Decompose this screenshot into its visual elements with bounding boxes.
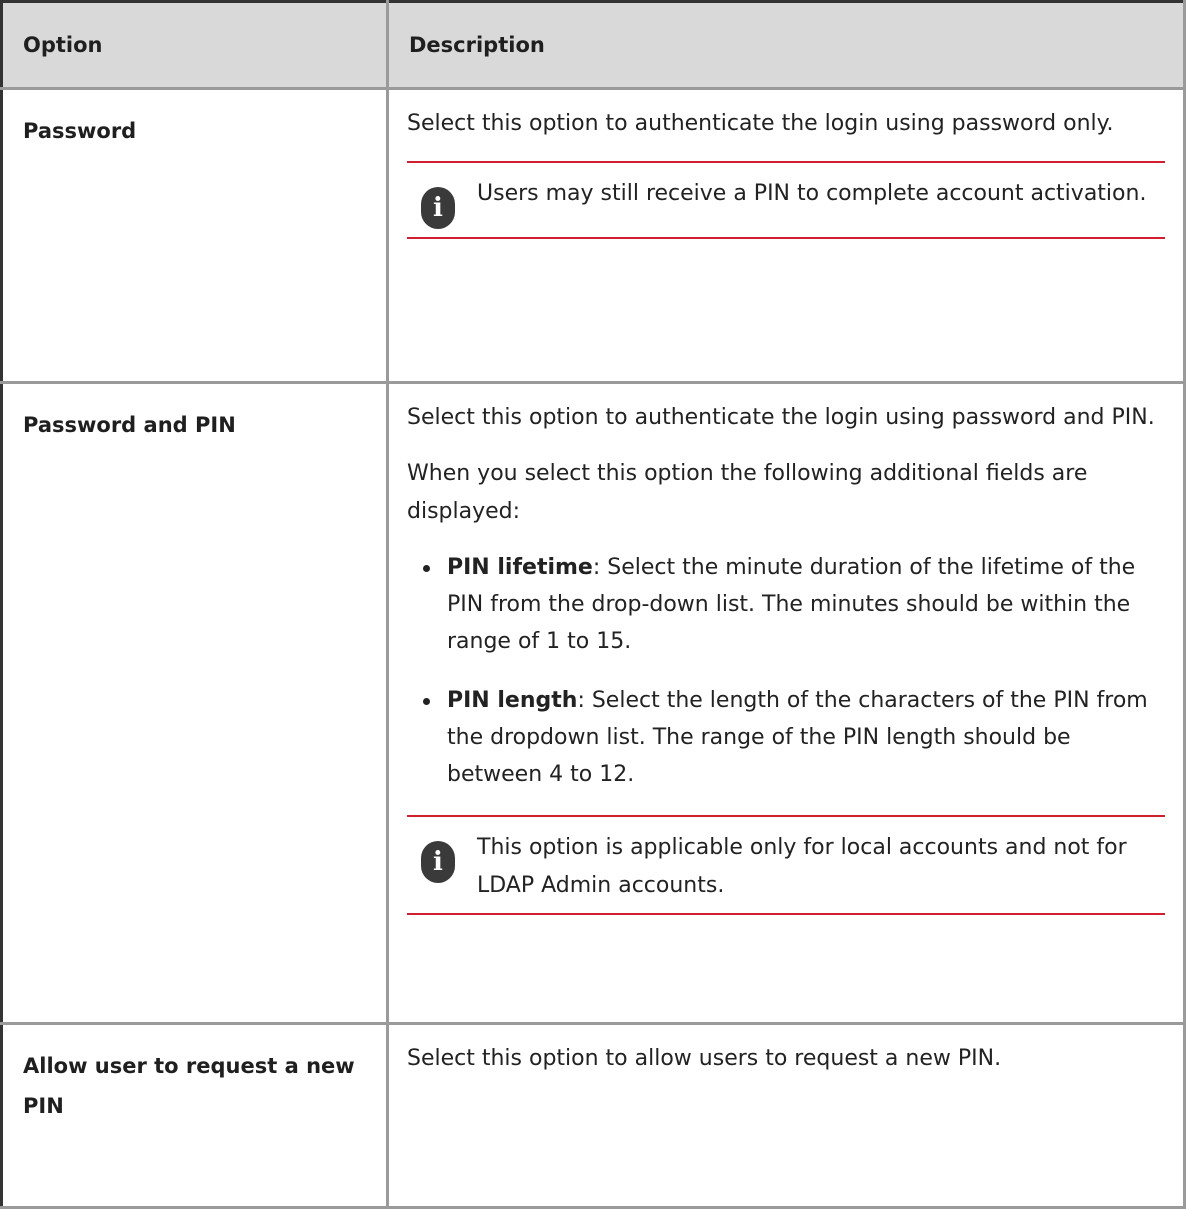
table-row: Password and PIN Select this option to a… — [0, 381, 1186, 1025]
option-description: Select this option to allow users to req… — [386, 1022, 1186, 1209]
option-description: Select this option to authenticate the l… — [386, 381, 1186, 1025]
option-name: Password — [0, 87, 389, 384]
description-paragraph: Select this option to authenticate the l… — [407, 111, 1114, 136]
note-text: Users may still receive a PIN to complet… — [477, 181, 1147, 206]
field-term: PIN lifetime — [447, 555, 593, 580]
list-item: PIN lifetime: Select the minute duration… — [423, 549, 1165, 660]
list-item: PIN length: Select the length of the cha… — [423, 682, 1165, 793]
header-option: Option — [0, 0, 389, 90]
field-term: PIN length — [447, 688, 578, 713]
description-paragraph: Select this option to allow users to req… — [407, 1046, 1002, 1071]
header-description: Description — [386, 0, 1186, 90]
info-icon: i — [407, 175, 477, 229]
table-row: Allow user to request a new PIN Select t… — [0, 1022, 1186, 1209]
description-paragraph: Select this option to authenticate the l… — [407, 405, 1155, 430]
description-paragraph: When you select this option the followin… — [407, 461, 1088, 524]
option-name: Allow user to request a new PIN — [0, 1022, 389, 1209]
options-table: Option Description Password Select this … — [0, 0, 1186, 1209]
note-box: i Users may still receive a PIN to compl… — [407, 161, 1165, 239]
table-row: Password Select this option to authentic… — [0, 87, 1186, 384]
info-icon: i — [407, 829, 477, 883]
note-box: i This option is applicable only for loc… — [407, 815, 1165, 915]
table-header-row: Option Description — [0, 0, 1186, 90]
option-description: Select this option to authenticate the l… — [386, 87, 1186, 384]
field-list: PIN lifetime: Select the minute duration… — [407, 549, 1165, 793]
option-name: Password and PIN — [0, 381, 389, 1025]
note-text: This option is applicable only for local… — [477, 835, 1127, 898]
